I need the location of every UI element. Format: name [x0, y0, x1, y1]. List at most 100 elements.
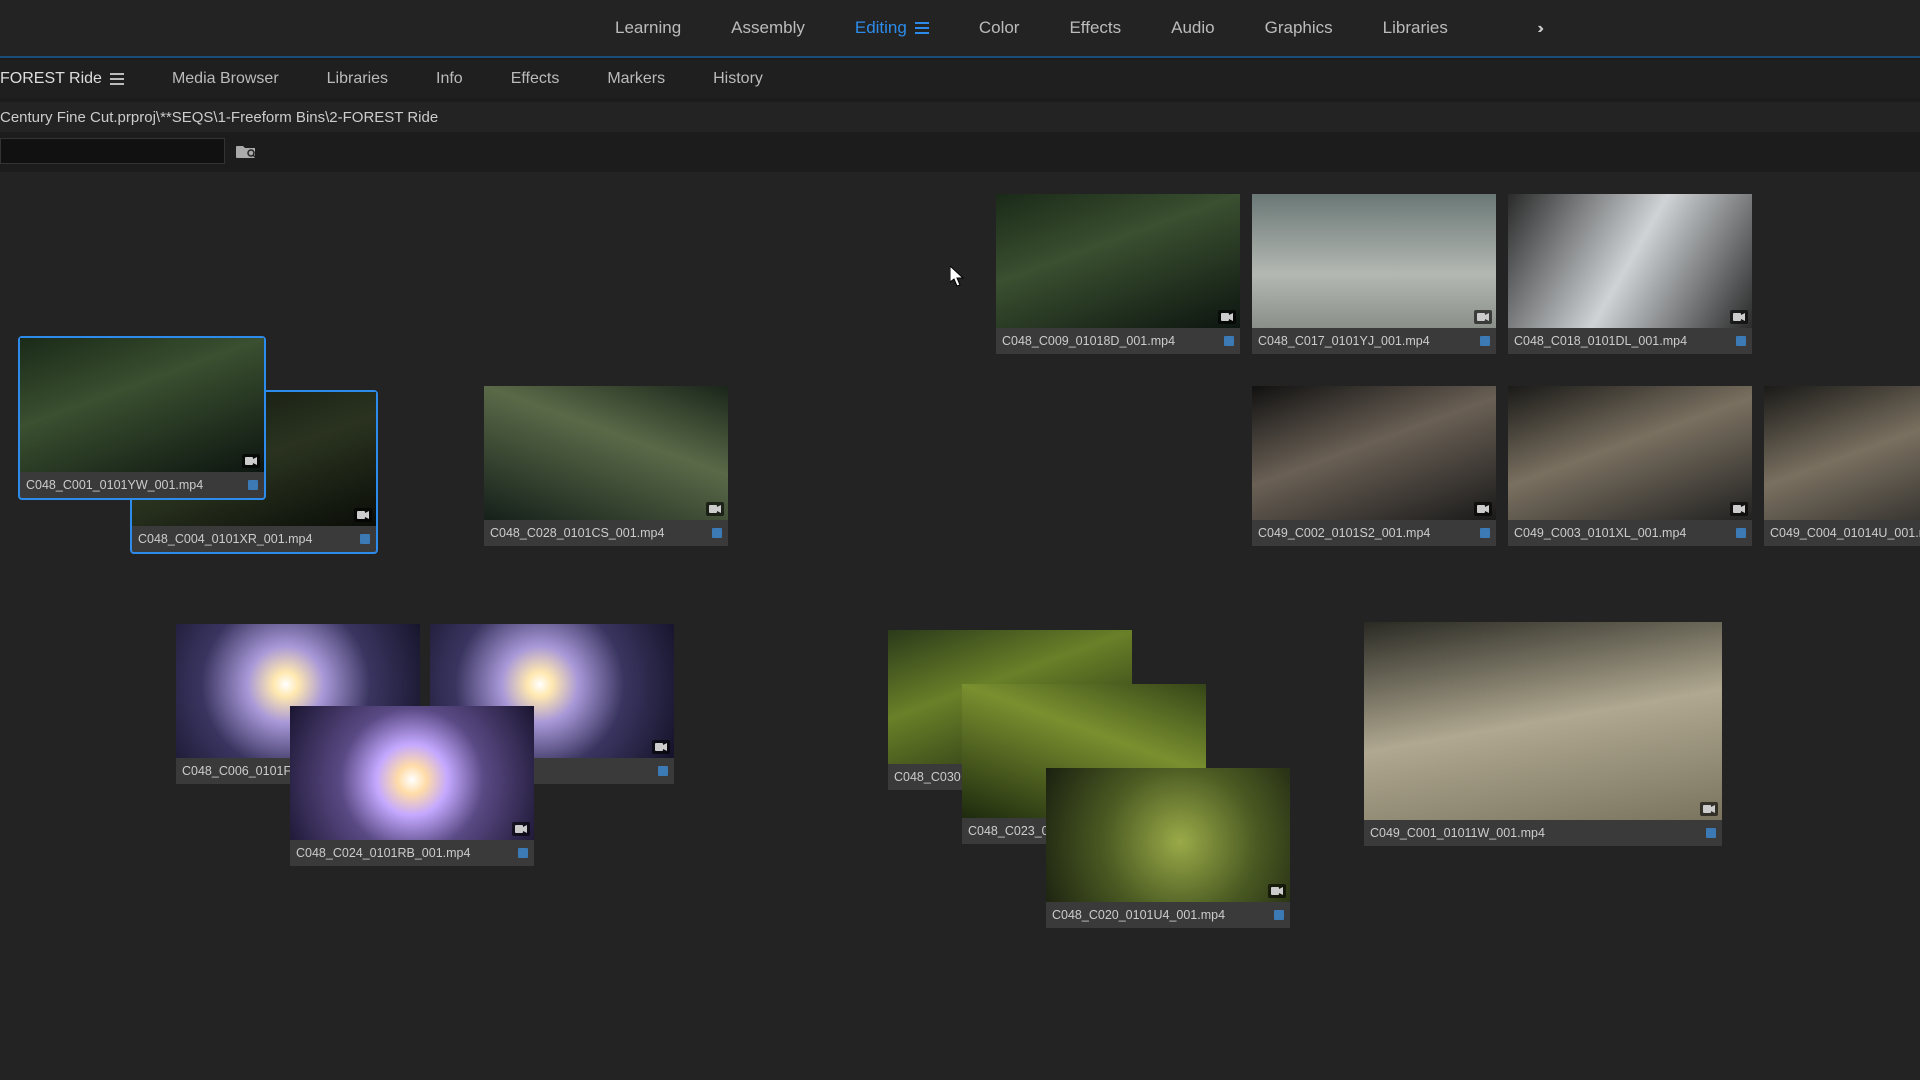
clip-c49-001[interactable]: C049_C001_01011W_001.mp4 — [1364, 622, 1722, 846]
clip-thumbnail — [484, 386, 728, 520]
label-color — [1736, 336, 1746, 346]
video-icon — [706, 502, 724, 516]
breadcrumb-text: Century Fine Cut.prproj\**SEQS\1-Freefor… — [0, 109, 438, 126]
panel-tabs: FOREST Ride Media Browser Libraries Info… — [0, 60, 1920, 98]
label-color — [1480, 336, 1490, 346]
clip-thumbnail — [1508, 386, 1752, 520]
panel-tab-label: FOREST Ride — [0, 70, 102, 88]
workspace-tab-assembly[interactable]: Assembly — [731, 18, 805, 38]
clip-label: C048_C004_0101XR_001.mp4 — [132, 526, 376, 552]
label-color — [248, 480, 258, 490]
clip-name: C048_C001_0101YW_001.mp4 — [26, 478, 242, 492]
panel-tab-forest-ride[interactable]: FOREST Ride — [0, 70, 124, 88]
label-color — [1480, 528, 1490, 538]
workspace-tab-color[interactable]: Color — [979, 18, 1020, 38]
clip-c009[interactable]: C048_C009_01018D_001.mp4 — [996, 194, 1240, 354]
clip-name: C048_C009_01018D_001.mp4 — [1002, 334, 1218, 348]
clip-c49-002[interactable]: C049_C002_0101S2_001.mp4 — [1252, 386, 1496, 546]
video-icon — [1730, 502, 1748, 516]
clip-thumbnail — [1764, 386, 1920, 520]
workspace-tab-learning[interactable]: Learning — [615, 18, 681, 38]
clip-name: C048_C004_0101XR_001.mp4 — [138, 532, 354, 546]
new-bin-icon[interactable] — [235, 142, 257, 160]
clip-thumbnail — [1252, 386, 1496, 520]
freeform-canvas[interactable]: C048_C001_0101YW_001.mp4 C048_C004_0101X… — [0, 172, 1920, 1080]
menu-icon[interactable] — [915, 22, 929, 34]
workspace-tab-effects[interactable]: Effects — [1069, 18, 1121, 38]
clip-thumbnail — [1252, 194, 1496, 328]
clip-c018[interactable]: C048_C018_0101DL_001.mp4 — [1508, 194, 1752, 354]
video-icon — [1700, 802, 1718, 816]
clip-c49-003[interactable]: C049_C003_0101XL_001.mp4 — [1508, 386, 1752, 546]
workspace-tab-libraries[interactable]: Libraries — [1383, 18, 1448, 38]
label-color — [1274, 910, 1284, 920]
label-color — [518, 848, 528, 858]
video-icon — [1218, 310, 1236, 324]
clip-label: C048_C017_0101YJ_001.mp4 — [1252, 328, 1496, 354]
clip-name: C049_C004_01014U_001.m — [1770, 526, 1920, 540]
clip-label: C048_C001_0101YW_001.mp4 — [20, 472, 264, 498]
panel-tab-effects[interactable]: Effects — [511, 70, 560, 88]
clip-c49-004[interactable]: C049_C004_01014U_001.m — [1764, 386, 1920, 546]
overflow-icon[interactable]: ›› — [1537, 20, 1540, 38]
clip-thumbnail — [1364, 622, 1722, 820]
clip-c001[interactable]: C048_C001_0101YW_001.mp4 — [20, 338, 264, 498]
workspace-tab-label: Editing — [855, 18, 907, 38]
clip-thumbnail — [1508, 194, 1752, 328]
label-color — [1224, 336, 1234, 346]
clip-label: C048_C020_0101U4_001.mp4 — [1046, 902, 1290, 928]
clip-label: C049_C002_0101S2_001.mp4 — [1252, 520, 1496, 546]
clip-thumbnail — [996, 194, 1240, 328]
clip-c028[interactable]: C048_C028_0101CS_001.mp4 — [484, 386, 728, 546]
clip-name: C049_C003_0101XL_001.mp4 — [1514, 526, 1730, 540]
video-icon — [1730, 310, 1748, 324]
workspace-tab-editing[interactable]: Editing — [855, 18, 929, 38]
menu-icon[interactable] — [110, 73, 124, 85]
clip-name: C048_C017_0101YJ_001.mp4 — [1258, 334, 1474, 348]
clip-c024[interactable]: C048_C024_0101RB_001.mp4 — [290, 706, 534, 866]
panel-tab-history[interactable]: History — [713, 70, 763, 88]
clip-label: C049_C003_0101XL_001.mp4 — [1508, 520, 1752, 546]
video-icon — [652, 740, 670, 754]
search-row — [0, 136, 257, 166]
cursor-icon — [950, 266, 966, 288]
clip-thumbnail — [20, 338, 264, 472]
label-color — [712, 528, 722, 538]
divider — [0, 56, 1920, 58]
video-icon — [1268, 884, 1286, 898]
clip-name: C049_C001_01011W_001.mp4 — [1370, 826, 1700, 840]
label-color — [360, 534, 370, 544]
clip-name: C048_C020_0101U4_001.mp4 — [1052, 908, 1268, 922]
workspace-bar: Learning Assembly Editing Color Effects … — [0, 0, 1920, 56]
panel-tab-libraries[interactable]: Libraries — [327, 70, 388, 88]
video-icon — [242, 454, 260, 468]
clip-label: C048_C018_0101DL_001.mp4 — [1508, 328, 1752, 354]
clip-thumbnail — [1046, 768, 1290, 902]
video-icon — [1474, 502, 1492, 516]
search-input[interactable] — [0, 138, 225, 164]
clip-thumbnail — [290, 706, 534, 840]
clip-name: C048_C028_0101CS_001.mp4 — [490, 526, 706, 540]
label-color — [1736, 528, 1746, 538]
clip-name: C049_C002_0101S2_001.mp4 — [1258, 526, 1474, 540]
clip-label: C049_C001_01011W_001.mp4 — [1364, 820, 1722, 846]
clip-c020[interactable]: C048_C020_0101U4_001.mp4 — [1046, 768, 1290, 928]
clip-label: C049_C004_01014U_001.m — [1764, 520, 1920, 546]
clip-c017[interactable]: C048_C017_0101YJ_001.mp4 — [1252, 194, 1496, 354]
clip-name: C048_C018_0101DL_001.mp4 — [1514, 334, 1730, 348]
label-color — [1706, 828, 1716, 838]
video-icon — [354, 508, 372, 522]
clip-label: C048_C024_0101RB_001.mp4 — [290, 840, 534, 866]
label-color — [658, 766, 668, 776]
clip-label: C048_C028_0101CS_001.mp4 — [484, 520, 728, 546]
workspace-tab-audio[interactable]: Audio — [1171, 18, 1214, 38]
video-icon — [512, 822, 530, 836]
clip-name: C048_C024_0101RB_001.mp4 — [296, 846, 512, 860]
workspace-tab-graphics[interactable]: Graphics — [1265, 18, 1333, 38]
clip-label: C048_C009_01018D_001.mp4 — [996, 328, 1240, 354]
panel-tab-info[interactable]: Info — [436, 70, 463, 88]
video-icon — [1474, 310, 1492, 324]
panel-tab-markers[interactable]: Markers — [607, 70, 665, 88]
breadcrumb: Century Fine Cut.prproj\**SEQS\1-Freefor… — [0, 102, 1920, 132]
panel-tab-media-browser[interactable]: Media Browser — [172, 70, 279, 88]
